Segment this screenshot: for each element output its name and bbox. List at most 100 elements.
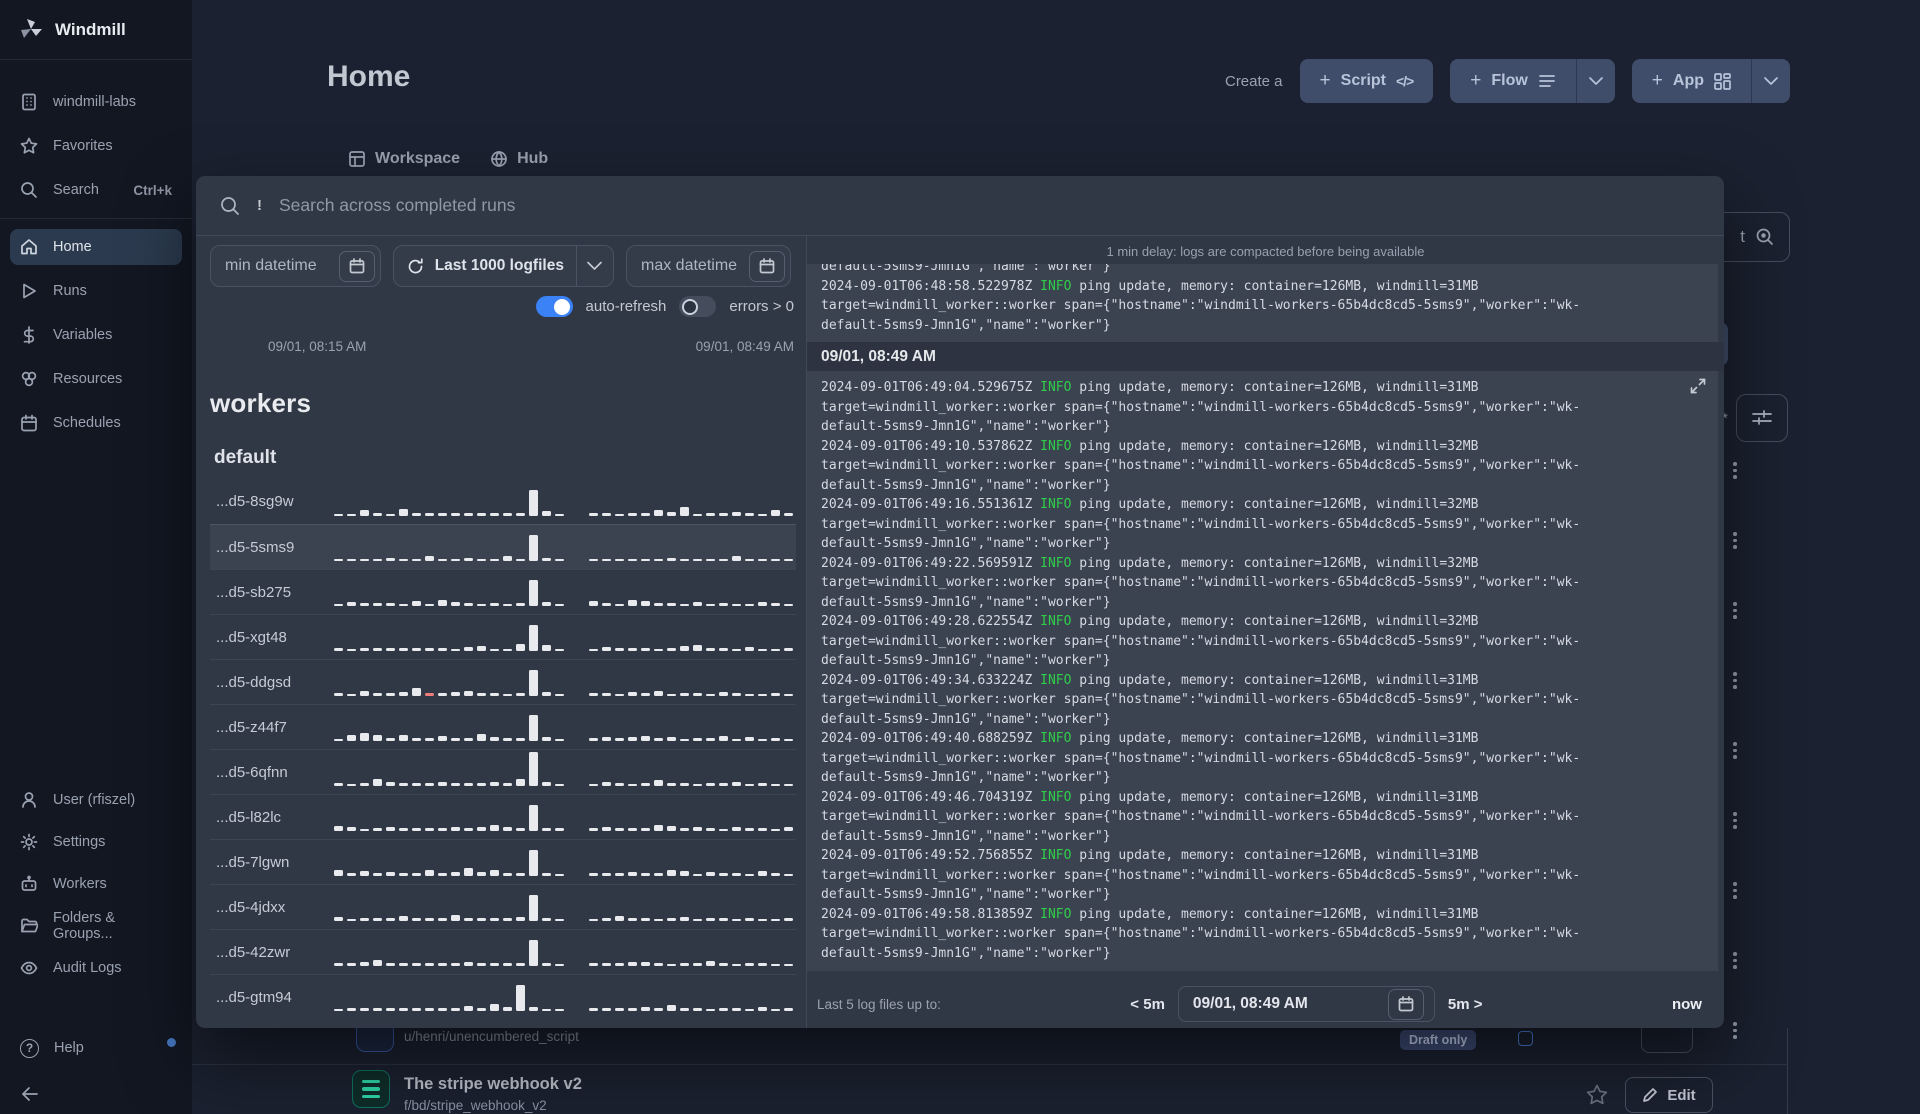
favorite-star-icon[interactable] <box>1586 1084 1608 1110</box>
sparkline-bar <box>542 737 551 741</box>
sidebar-item-audit-logs[interactable]: Audit Logs <box>10 950 182 986</box>
sidebar-item-variables[interactable]: Variables <box>10 317 182 353</box>
sidebar-item-schedules[interactable]: Schedules <box>10 405 182 441</box>
flow-icon-tile <box>352 1070 390 1108</box>
flow-icon <box>1538 75 1555 87</box>
search-input[interactable]: Search across completed runs <box>279 195 515 216</box>
sidebar-collapse-button[interactable] <box>10 1076 182 1112</box>
create-app-button[interactable]: + App <box>1631 59 1751 103</box>
now-button[interactable]: now <box>1672 996 1702 1013</box>
row-kebab-menu[interactable] <box>1728 532 1742 549</box>
filter-settings-button[interactable] <box>1736 394 1788 442</box>
sidebar-item-workspace[interactable]: windmill-labs <box>10 84 182 120</box>
sidebar-item-resources[interactable]: Resources <box>10 361 182 397</box>
sidebar-item-help[interactable]: ? Help <box>10 1030 182 1066</box>
content-search-icon <box>1756 228 1773 245</box>
worker-row[interactable]: ...d5-l82lc <box>210 794 796 839</box>
row-kebab-menu[interactable] <box>1728 812 1742 829</box>
sparkline-bar <box>602 873 611 876</box>
sidebar-item-user[interactable]: User (rfiszel) <box>10 782 182 818</box>
sidebar-item-label: Audit Logs <box>53 960 122 976</box>
worker-row[interactable]: ...d5-6qfnn <box>210 749 796 794</box>
expand-icon[interactable] <box>1690 378 1706 394</box>
edit-button[interactable]: Edit <box>1625 1077 1713 1113</box>
footer-datetime-input[interactable]: 09/01, 08:49 AM <box>1177 986 1435 1022</box>
sparkline-bar <box>589 559 598 561</box>
sparkline-bar <box>334 917 343 921</box>
worker-name: ...d5-xgt48 <box>216 628 287 646</box>
row-kebab-menu[interactable] <box>1728 672 1742 689</box>
sidebar-item-folders[interactable]: Folders & Groups... <box>10 908 182 944</box>
sparkline-bar <box>490 693 499 696</box>
sparkline-bar <box>641 648 650 651</box>
workers-panel: min datetime Last 1000 logfiles max date… <box>196 236 806 1028</box>
log-line-clipped: default-5sms9-Jmn1G","name":"worker"} <box>821 264 1111 274</box>
sparkline-bar <box>745 737 754 741</box>
sparkline-bar <box>490 737 499 741</box>
sidebar-item-runs[interactable]: Runs <box>10 273 182 309</box>
max-datetime-input[interactable]: max datetime <box>626 245 791 287</box>
tab-hub[interactable]: Hub <box>490 150 548 168</box>
auto-refresh-toggle[interactable] <box>535 296 573 317</box>
worker-row[interactable]: ...d5-ddgsd <box>210 659 796 704</box>
sparkline-bar <box>732 693 741 696</box>
row-kebab-menu[interactable] <box>1728 602 1742 619</box>
sparkline-bar <box>719 692 728 696</box>
sidebar-item-favorites[interactable]: Favorites <box>10 128 182 164</box>
sparkline-bar <box>464 512 473 516</box>
worker-row[interactable]: ...d5-5sms9 <box>210 524 796 569</box>
sparkline-bar <box>529 1007 538 1011</box>
sidebar-item-settings[interactable]: Settings <box>10 824 182 860</box>
button-fragment[interactable] <box>1641 1028 1693 1053</box>
sparkline-bar <box>628 784 637 786</box>
sparkline-bar <box>529 850 538 876</box>
sparkline-bar <box>347 649 356 651</box>
errors-toggle[interactable] <box>679 296 717 317</box>
worker-row[interactable]: ...d5-8sg9w <box>210 479 796 524</box>
calendar-button[interactable] <box>339 250 375 282</box>
tab-workspace[interactable]: Workspace <box>348 150 460 168</box>
create-flow-button[interactable]: + Flow <box>1450 59 1576 103</box>
sparkline-bar <box>667 964 676 966</box>
row-kebab-menu[interactable] <box>1728 882 1742 899</box>
logfiles-select[interactable]: Last 1000 logfiles <box>393 245 614 287</box>
row-kebab-menu[interactable] <box>1728 742 1742 759</box>
create-flow-caret[interactable] <box>1575 59 1615 103</box>
logfiles-caret[interactable] <box>575 246 613 286</box>
sparkline-bar <box>477 734 486 741</box>
sparkline-bar <box>503 604 512 606</box>
back-5m-button[interactable]: < 5m <box>1130 996 1165 1013</box>
worker-row[interactable]: ...d5-sb275 <box>210 569 796 614</box>
log-line: default-5sms9-Jmn1G","name":"worker"} <box>821 317 1111 333</box>
worker-row[interactable]: ...d5-xgt48 <box>210 614 796 659</box>
sparkline-bar <box>667 870 676 876</box>
forward-5m-button[interactable]: 5m > <box>1448 996 1483 1013</box>
worker-row[interactable]: ...d5-z44f7 <box>210 704 796 749</box>
sparkline-bar <box>386 782 395 786</box>
row-kebab-menu[interactable] <box>1728 462 1742 479</box>
sparkline-bar <box>412 648 421 651</box>
sparkline-bar <box>386 963 395 966</box>
sparkline-bar <box>490 603 499 606</box>
sparkline-bar <box>693 784 702 786</box>
app-logo-row[interactable]: Windmill <box>0 0 192 60</box>
create-app-caret[interactable] <box>1751 59 1790 103</box>
worker-row[interactable]: ...d5-7lgwn <box>210 839 796 884</box>
log-line: target=windmill_worker::worker span={"ho… <box>821 458 1581 473</box>
worker-row[interactable]: ...d5-42zwr <box>210 929 796 974</box>
row-kebab-menu[interactable] <box>1728 952 1742 969</box>
calendar-button[interactable] <box>749 250 785 282</box>
item-path: u/henri/unencumbered_script <box>404 1029 579 1044</box>
min-datetime-input[interactable]: min datetime <box>210 245 381 287</box>
calendar-button[interactable] <box>1387 988 1424 1020</box>
modal-search-bar[interactable]: ! Search across completed runs <box>196 176 1724 236</box>
sparkline-bar <box>490 1004 499 1011</box>
worker-row[interactable]: ...d5-4jdxx <box>210 884 796 929</box>
sidebar-item-workers[interactable]: Workers <box>10 866 182 902</box>
worker-row[interactable]: ...d5-gtm94 <box>210 974 796 1019</box>
create-script-button[interactable]: + Script </> <box>1299 59 1434 103</box>
sidebar-item-search[interactable]: Search Ctrl+k <box>10 172 182 208</box>
row-kebab-menu[interactable] <box>1728 1022 1742 1039</box>
sparkline-bar <box>654 603 663 606</box>
sidebar-item-home[interactable]: Home <box>10 229 182 265</box>
